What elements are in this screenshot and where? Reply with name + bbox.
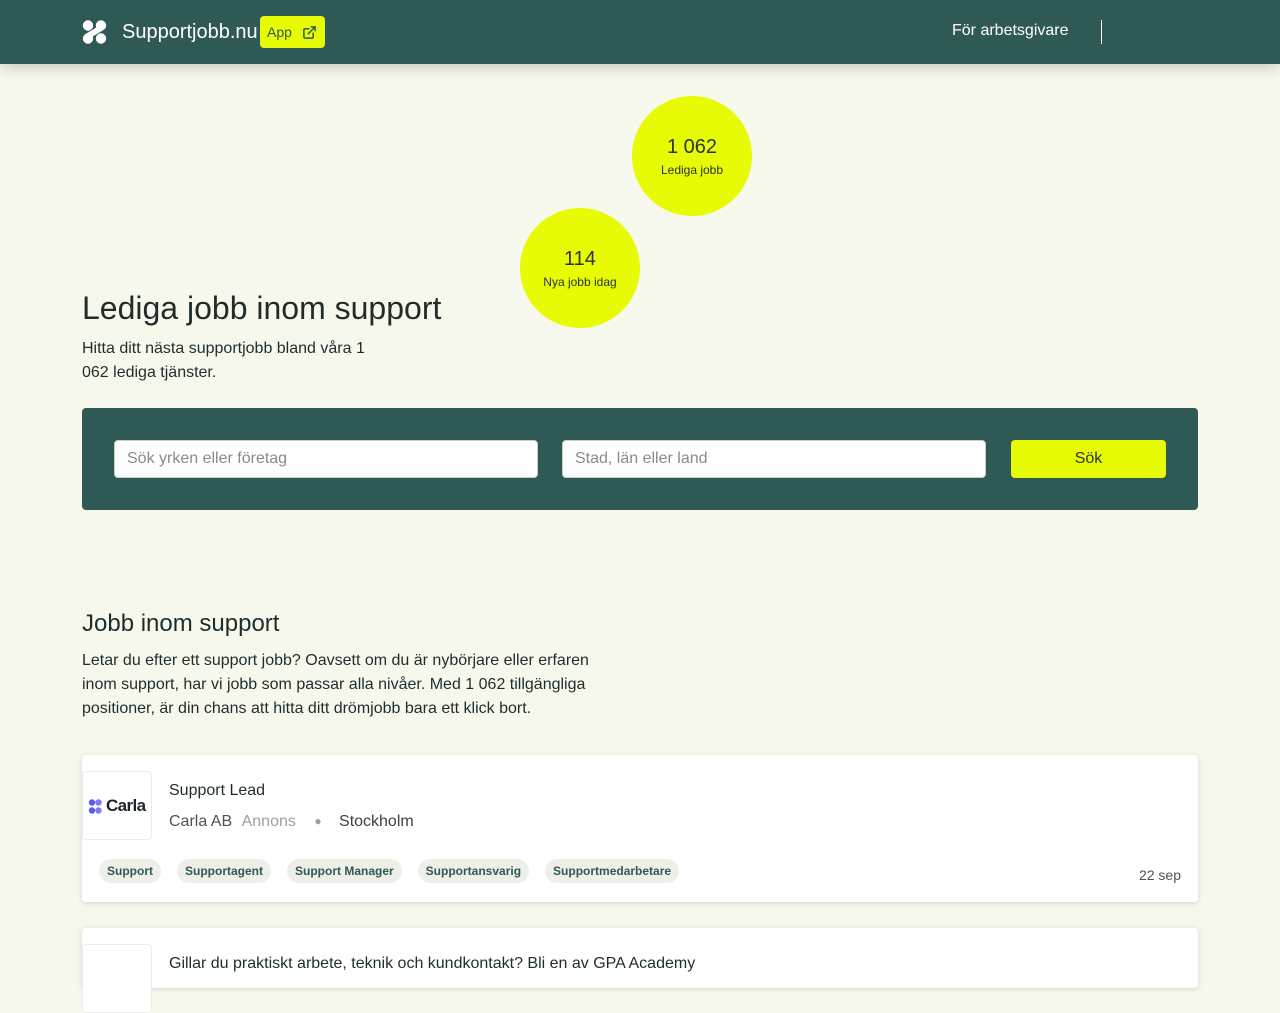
- logo-icon[interactable]: [82, 19, 107, 45]
- job-title[interactable]: Gillar du praktiskt arbete, teknik och k…: [169, 954, 695, 974]
- stat-new-jobs-today: 114 Nya jobb idag: [520, 208, 640, 328]
- job-tag[interactable]: Support: [99, 859, 161, 883]
- job-tag[interactable]: Supportagent: [177, 859, 271, 883]
- section-title: Jobb inom support: [82, 610, 280, 637]
- company-logo-text: Carla: [106, 796, 146, 815]
- stat-available-jobs: 1 062 Lediga jobb: [632, 96, 752, 216]
- search-location-input[interactable]: [562, 440, 986, 478]
- external-link-icon: [303, 25, 316, 39]
- section-description: Letar du efter ett support jobb? Oavsett…: [82, 652, 589, 717]
- company-name: Carla AB: [169, 813, 233, 830]
- job-tag[interactable]: Supportmedarbetare: [545, 859, 680, 883]
- job-title[interactable]: Support Lead: [169, 781, 265, 801]
- job-meta: Carla AB Annons ● Stockholm: [169, 812, 414, 832]
- search-panel: Sök: [82, 408, 1198, 510]
- top-navigation-bar: Supportjobb.nu App För arbetsgivare: [0, 0, 1280, 64]
- carla-logo-icon: [88, 799, 102, 814]
- search-button[interactable]: Sök: [1011, 440, 1166, 478]
- nav-link-employers[interactable]: För arbetsgivare: [952, 22, 1069, 40]
- stat-value: 114: [564, 248, 596, 270]
- app-link-button[interactable]: App: [260, 16, 325, 48]
- job-tags: Support Supportagent Support Manager Sup…: [99, 859, 695, 883]
- job-tag[interactable]: Supportansvarig: [417, 859, 530, 883]
- page-subtitle: Hitta ditt nästa supportjobb bland våra …: [82, 340, 365, 381]
- job-card[interactable]: Carla Support Lead Carla AB Annons ● Sto…: [82, 755, 1198, 902]
- job-tag[interactable]: Support Manager: [287, 859, 402, 883]
- page-title: Lediga jobb inom support: [82, 290, 442, 326]
- posted-date: 22 sep: [1138, 867, 1181, 883]
- stat-value: 1 062: [666, 136, 718, 158]
- app-link-label: App: [267, 24, 292, 40]
- company-logo: [82, 944, 152, 1013]
- job-card[interactable]: Gillar du praktiskt arbete, teknik och k…: [82, 928, 1198, 1013]
- company-logo: Carla: [82, 771, 152, 840]
- stat-label: Nya jobb idag: [543, 275, 617, 289]
- job-location: Stockholm: [339, 813, 414, 830]
- stat-label: Lediga jobb: [660, 163, 724, 177]
- ad-label: Annons: [241, 813, 296, 830]
- search-query-input[interactable]: [114, 440, 538, 478]
- site-name[interactable]: Supportjobb.nu: [122, 20, 258, 44]
- separator-dot: ●: [314, 814, 322, 828]
- nav-divider: [1101, 20, 1102, 44]
